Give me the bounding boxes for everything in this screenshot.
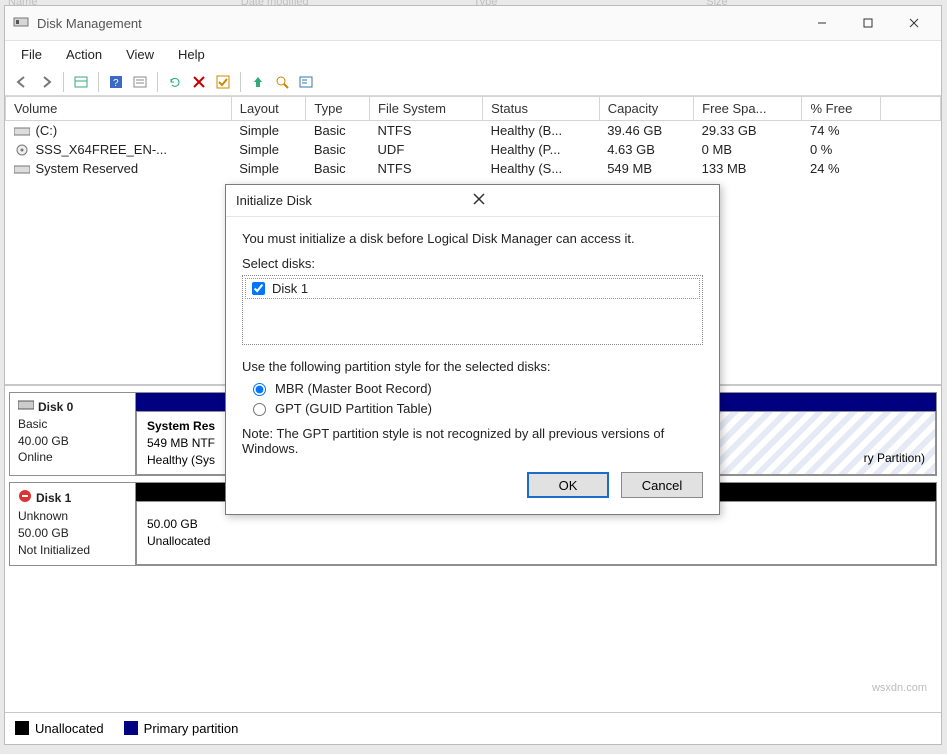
col-type[interactable]: Type (306, 97, 370, 121)
gpt-note: Note: The GPT partition style is not rec… (242, 426, 703, 456)
table-row[interactable]: SSS_X64FREE_EN-... SimpleBasicUDFHealthy… (6, 140, 941, 159)
drive-icon (14, 125, 30, 137)
cancel-button[interactable]: Cancel (621, 472, 703, 498)
properties-icon[interactable] (295, 71, 317, 93)
help-icon[interactable]: ? (105, 71, 127, 93)
dialog-titlebar[interactable]: Initialize Disk (226, 185, 719, 217)
disk1-label: Disk 1 (272, 281, 308, 296)
col-status[interactable]: Status (483, 97, 600, 121)
gpt-radio[interactable] (253, 403, 266, 416)
legend: Unallocated Primary partition (5, 712, 941, 744)
disk-info: Disk 1 Unknown 50.00 GB Not Initialized (10, 483, 136, 564)
menubar: File Action View Help (5, 41, 941, 68)
menu-action[interactable]: Action (56, 43, 112, 66)
minimize-button[interactable] (799, 9, 845, 37)
col-free[interactable]: Free Spa... (694, 97, 802, 121)
radio-gpt[interactable]: GPT (GUID Partition Table) (248, 400, 703, 416)
refresh-icon[interactable] (164, 71, 186, 93)
titlebar[interactable]: Disk Management (5, 6, 941, 41)
legend-swatch-unallocated (15, 721, 29, 735)
back-button[interactable] (11, 71, 33, 93)
col-capacity[interactable]: Capacity (599, 97, 693, 121)
disk-info: Disk 0 Basic 40.00 GB Online (10, 393, 136, 475)
search-icon[interactable] (271, 71, 293, 93)
disk-warning-icon (18, 489, 32, 508)
disk1-checkbox[interactable] (252, 282, 265, 295)
check-icon[interactable] (212, 71, 234, 93)
maximize-button[interactable] (845, 9, 891, 37)
disk-icon (18, 399, 34, 416)
svg-text:?: ? (113, 78, 119, 89)
close-button[interactable] (891, 9, 937, 37)
menu-file[interactable]: File (11, 43, 52, 66)
dialog-title: Initialize Disk (236, 193, 473, 208)
toolbar: ? (5, 68, 941, 96)
disk-checkbox-row[interactable]: Disk 1 (245, 278, 700, 299)
app-icon (13, 14, 29, 33)
watermark: wsxdn.com (872, 682, 927, 694)
col-volume[interactable]: Volume (6, 97, 232, 121)
list-icon[interactable] (129, 71, 151, 93)
col-layout[interactable]: Layout (231, 97, 306, 121)
mbr-radio[interactable] (253, 383, 266, 396)
select-disks-label: Select disks: (242, 256, 703, 271)
initialize-disk-dialog: Initialize Disk You must initialize a di… (225, 184, 720, 515)
close-icon[interactable] (473, 193, 710, 208)
table-row[interactable]: (C:) SimpleBasicNTFSHealthy (B...39.46 G… (6, 121, 941, 141)
menu-view[interactable]: View (116, 43, 164, 66)
partition-style-label: Use the following partition style for th… (242, 359, 703, 374)
drive-icon (14, 163, 30, 175)
legend-swatch-primary (124, 721, 138, 735)
forward-button[interactable] (35, 71, 57, 93)
dialog-message: You must initialize a disk before Logica… (242, 231, 703, 246)
table-header-row: Volume Layout Type File System Status Ca… (6, 97, 941, 121)
menu-help[interactable]: Help (168, 43, 215, 66)
delete-icon[interactable] (188, 71, 210, 93)
view-icon[interactable] (70, 71, 92, 93)
up-icon[interactable] (247, 71, 269, 93)
window-title: Disk Management (37, 16, 142, 31)
disc-icon (14, 144, 30, 156)
col-fs[interactable]: File System (370, 97, 483, 121)
ok-button[interactable]: OK (527, 472, 609, 498)
disk-select-list[interactable]: Disk 1 (242, 275, 703, 345)
table-row[interactable]: System Reserved SimpleBasicNTFSHealthy (… (6, 159, 941, 178)
col-pct[interactable]: % Free (802, 97, 881, 121)
radio-mbr[interactable]: MBR (Master Boot Record) (248, 380, 703, 396)
